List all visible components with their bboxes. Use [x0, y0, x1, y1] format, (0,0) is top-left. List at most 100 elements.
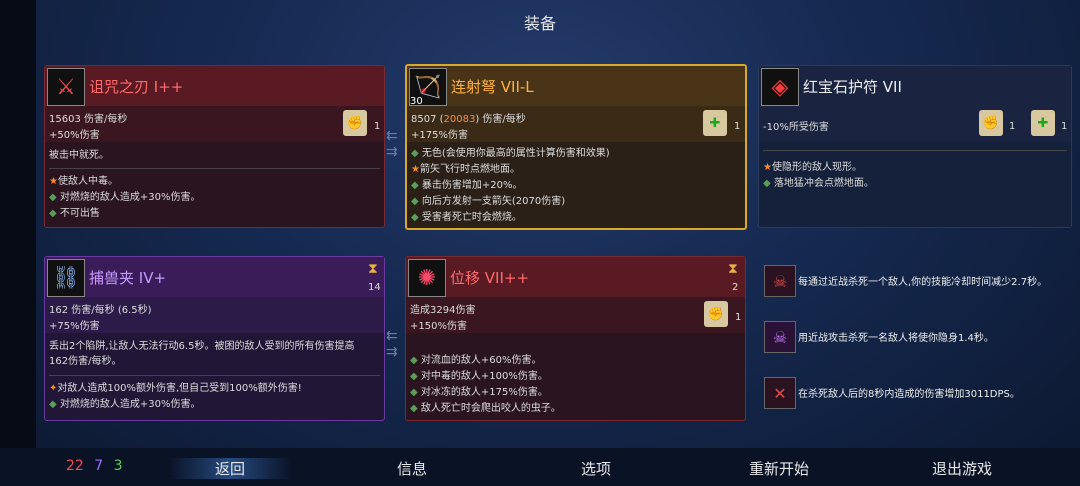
- stat-band: 造成3294伤害 +150%伤害 ✊ 1: [406, 297, 745, 333]
- dps-stat: 15603 伤害/每秒: [49, 114, 128, 125]
- stat-band: 15603 伤害/每秒 +50%伤害 ✊ 1: [45, 106, 384, 142]
- divider: [763, 150, 1067, 151]
- damage-bonus-stat: +150%伤害: [410, 321, 467, 332]
- red-scroll-icon: ✊: [979, 110, 1003, 136]
- affix-text: 敌人死亡时会爬出咬人的虫子。: [420, 403, 561, 414]
- left-edge-bar: [0, 0, 36, 486]
- cooldown-value: 2: [732, 282, 739, 293]
- dps-crit: 20083: [443, 114, 476, 125]
- card-crossbow[interactable]: 🏹 30 连射弩 VII-L 8507 (20083) 伤害/每秒 +175%伤…: [405, 64, 747, 230]
- swap-arrows[interactable]: ⇇ ⇉: [386, 328, 404, 364]
- affix-text: 受害者死亡时会燃烧。: [421, 212, 522, 223]
- bottom-menu-bar: 22 7 3 返回 信息 选项 重新开始 退出游戏: [0, 448, 1080, 486]
- stat-band: 8507 (20083) 伤害/每秒 +175%伤害 ✚ 1: [407, 106, 745, 142]
- menu-info-button[interactable]: 信息: [397, 458, 427, 479]
- red-scroll-icon: ✊: [343, 110, 367, 136]
- card-name: 连射弩 VII-L: [451, 78, 534, 96]
- red-scroll-count: 1: [1009, 121, 1016, 132]
- card-curse-blade[interactable]: ⚔ 诅咒之刃 I++ 15603 伤害/每秒 +50%伤害 ✊ 1 被击中就死。…: [44, 65, 385, 228]
- red-scroll-icon: ✊: [704, 301, 728, 327]
- affix: ◆ 对中毒的敌人+100%伤害。: [410, 371, 548, 382]
- green-scroll-icon: ✚: [703, 110, 727, 136]
- card-name: 红宝石护符 VII: [803, 78, 902, 96]
- hourglass-icon: ⧗: [728, 261, 738, 277]
- damage-reduction-stat: -10%所受伤害: [763, 122, 829, 133]
- affix: ★箭矢飞行时点燃地面。: [411, 164, 520, 175]
- affix-text: 箭矢飞行时点燃地面。: [419, 164, 520, 175]
- affix-text: 向后方发射一支箭矢(2070伤害): [421, 196, 566, 207]
- damage-bonus-stat: +50%伤害: [49, 130, 100, 141]
- affix: ◆ 对流血的敌人+60%伤害。: [410, 355, 542, 366]
- damage-stat: 造成3294伤害: [410, 305, 476, 316]
- card-teleport[interactable]: ✺ 位移 VII++ ⧗ 2 造成3294伤害 +150%伤害 ✊ 1 ◆ 对流…: [405, 256, 746, 421]
- card-ruby-amulet[interactable]: ◈ 红宝石护符 VII -10%所受伤害 ✊ 1 ✚ 1 ★使隐形的敌人现形。 …: [758, 65, 1072, 228]
- purple-count: 7: [94, 458, 104, 474]
- menu-quit-button[interactable]: 退出游戏: [932, 458, 992, 479]
- perk-text: 用近战攻击杀死一名敌人将使你隐身1.4秒。: [798, 333, 994, 344]
- affix-text: 对敌人造成100%额外伤害,但自己受到100%额外伤害!: [57, 383, 302, 394]
- dps-unit: ) 伤害/每秒: [475, 114, 526, 125]
- stat-band: -10%所受伤害 ✊ 1 ✚ 1: [759, 106, 1071, 142]
- cooldown-value: 14: [368, 282, 381, 293]
- affix-text: 使隐形的敌人现形。: [771, 162, 862, 173]
- perk-text: 每通过近战杀死一个敌人,你的技能冷却时间减少2.7秒。: [798, 277, 1048, 288]
- affix-text: 对燃烧的敌人造成+30%伤害。: [59, 399, 201, 410]
- card-name: 位移 VII++: [450, 269, 530, 287]
- affix-text: 落地猛冲会点燃地面。: [773, 178, 874, 189]
- card-header: ⚔ 诅咒之刃 I++: [45, 66, 384, 106]
- card-description: 丢出2个陷阱,让敌人无法行动6.5秒。被困的敌人受到的所有伤害提高: [49, 341, 355, 352]
- bear-trap-icon: ⛓: [47, 259, 85, 297]
- skull-kill-icon: ☠: [764, 265, 796, 297]
- stealth-skull-icon: ☠: [764, 321, 796, 353]
- green-scroll-count: 1: [1061, 121, 1068, 132]
- affix-text: 对燃烧的敌人造成+30%伤害。: [59, 192, 201, 203]
- green-count: 3: [113, 458, 123, 474]
- card-name: 捕兽夹 IV+: [89, 269, 167, 287]
- affix: ◆ 向后方发射一支箭矢(2070伤害): [411, 196, 566, 207]
- card-header: ⛓ 捕兽夹 IV+ ⧗ 14: [45, 257, 384, 297]
- dps-stat: 162 伤害/每秒 (6.5秒): [49, 305, 152, 316]
- perk-item[interactable]: ☠ 每通过近战杀死一个敌人,你的技能冷却时间减少2.7秒。: [762, 259, 1072, 303]
- divider: [49, 375, 380, 376]
- teleport-icon: ✺: [408, 259, 446, 297]
- affix: ◆ 不可出售: [49, 208, 100, 219]
- scroll-count: 1: [735, 312, 742, 323]
- affix: ◆ 落地猛冲会点燃地面。: [763, 178, 874, 189]
- menu-restart-button[interactable]: 重新开始: [749, 458, 809, 479]
- affix-text: 暴击伤害增加+20%。: [421, 180, 523, 191]
- card-description-2: 162伤害/每秒。: [49, 356, 122, 367]
- scroll-count: 1: [374, 121, 381, 132]
- affix-text: 对流血的敌人+60%伤害。: [420, 355, 542, 366]
- ruby-amulet-icon: ◈: [761, 68, 799, 106]
- affix: ◆ 无色(会使用你最高的属性计算伤害和效果): [411, 148, 610, 159]
- menu-options-button[interactable]: 选项: [581, 458, 611, 479]
- card-header: ◈ 红宝石护符 VII: [759, 66, 1071, 106]
- stat-counts: 22 7 3: [66, 458, 123, 474]
- perk-item[interactable]: ✕ 在杀死敌人后的8秒内造成的伤害增加3011DPS。: [762, 371, 1072, 415]
- page-title: 装备: [523, 14, 556, 33]
- card-description: 被击中就死。: [49, 150, 109, 161]
- card-header: ✺ 位移 VII++ ⧗ 2: [406, 257, 745, 297]
- swap-arrows[interactable]: ⇇ ⇉: [386, 128, 404, 164]
- affix-text: 对中毒的敌人+100%伤害。: [420, 371, 548, 382]
- card-bear-trap[interactable]: ⛓ 捕兽夹 IV+ ⧗ 14 162 伤害/每秒 (6.5秒) +75%伤害 丢…: [44, 256, 385, 421]
- affix: ◆ 敌人死亡时会爬出咬人的虫子。: [410, 403, 561, 414]
- affix: ★使敌人中毒。: [49, 176, 118, 187]
- card-header: 🏹 30 连射弩 VII-L: [407, 66, 745, 107]
- perk-item[interactable]: ☠ 用近战攻击杀死一名敌人将使你隐身1.4秒。: [762, 315, 1072, 359]
- affix: ✦对敌人造成100%额外伤害,但自己受到100%额外伤害!: [49, 383, 302, 394]
- menu-back-button[interactable]: 返回: [168, 458, 292, 479]
- red-count: 22: [66, 458, 84, 474]
- green-scroll-icon: ✚: [1031, 110, 1055, 136]
- affix: ◆ 对燃烧的敌人造成+30%伤害。: [49, 399, 201, 410]
- stat-band: 162 伤害/每秒 (6.5秒) +75%伤害: [45, 297, 384, 333]
- affix-text: 不可出售: [59, 208, 100, 219]
- damage-bonus-stat: +175%伤害: [411, 130, 468, 141]
- divider: [49, 168, 380, 169]
- affix-text: 对冰冻的敌人+175%伤害。: [420, 387, 548, 398]
- affix: ◆ 暴击伤害增加+20%。: [411, 180, 523, 191]
- affix: ◆ 受害者死亡时会燃烧。: [411, 212, 522, 223]
- dps-base: 8507 (: [411, 114, 444, 125]
- perk-text: 在杀死敌人后的8秒内造成的伤害增加3011DPS。: [798, 389, 1020, 400]
- damage-bonus-stat: +75%伤害: [49, 321, 100, 332]
